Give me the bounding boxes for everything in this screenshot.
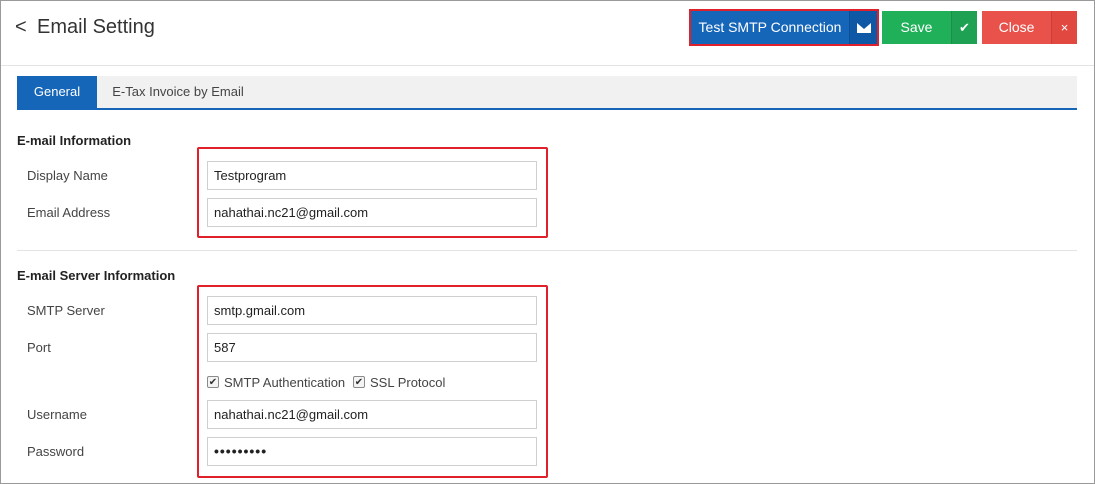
header-divider xyxy=(1,65,1094,66)
port-label: Port xyxy=(27,340,51,355)
tab-general[interactable]: General xyxy=(17,76,97,108)
page-title: Email Setting xyxy=(37,16,155,38)
back-chevron-icon[interactable]: < xyxy=(15,15,31,39)
test-smtp-connection-button[interactable]: Test SMTP Connection xyxy=(689,9,879,46)
email-information-heading: E-mail Information xyxy=(17,133,132,148)
tab-bar: General E-Tax Invoice by Email xyxy=(17,76,1077,110)
save-button[interactable]: Save ✔ xyxy=(882,11,977,44)
close-label: Close xyxy=(998,19,1035,35)
email-info-highlight xyxy=(197,147,548,238)
page-header: < Email Setting Test SMTP Connection Sav… xyxy=(1,1,1094,61)
email-address-label: Email Address xyxy=(27,205,111,220)
username-label: Username xyxy=(27,407,87,422)
envelope-icon xyxy=(849,11,877,44)
section-divider xyxy=(17,250,1077,251)
password-label: Password xyxy=(27,444,85,459)
check-icon: ✔ xyxy=(951,11,977,44)
email-server-information-heading: E-mail Server Information xyxy=(17,268,176,283)
server-info-highlight xyxy=(197,285,548,478)
tab-e-tax-invoice-by-email[interactable]: E-Tax Invoice by Email xyxy=(97,76,259,108)
test-smtp-connection-label: Test SMTP Connection xyxy=(698,19,842,35)
save-label: Save xyxy=(900,19,933,35)
display-name-label: Display Name xyxy=(27,168,108,183)
close-icon: × xyxy=(1051,11,1077,44)
close-button[interactable]: Close × xyxy=(982,11,1077,44)
smtp-server-label: SMTP Server xyxy=(27,303,105,318)
